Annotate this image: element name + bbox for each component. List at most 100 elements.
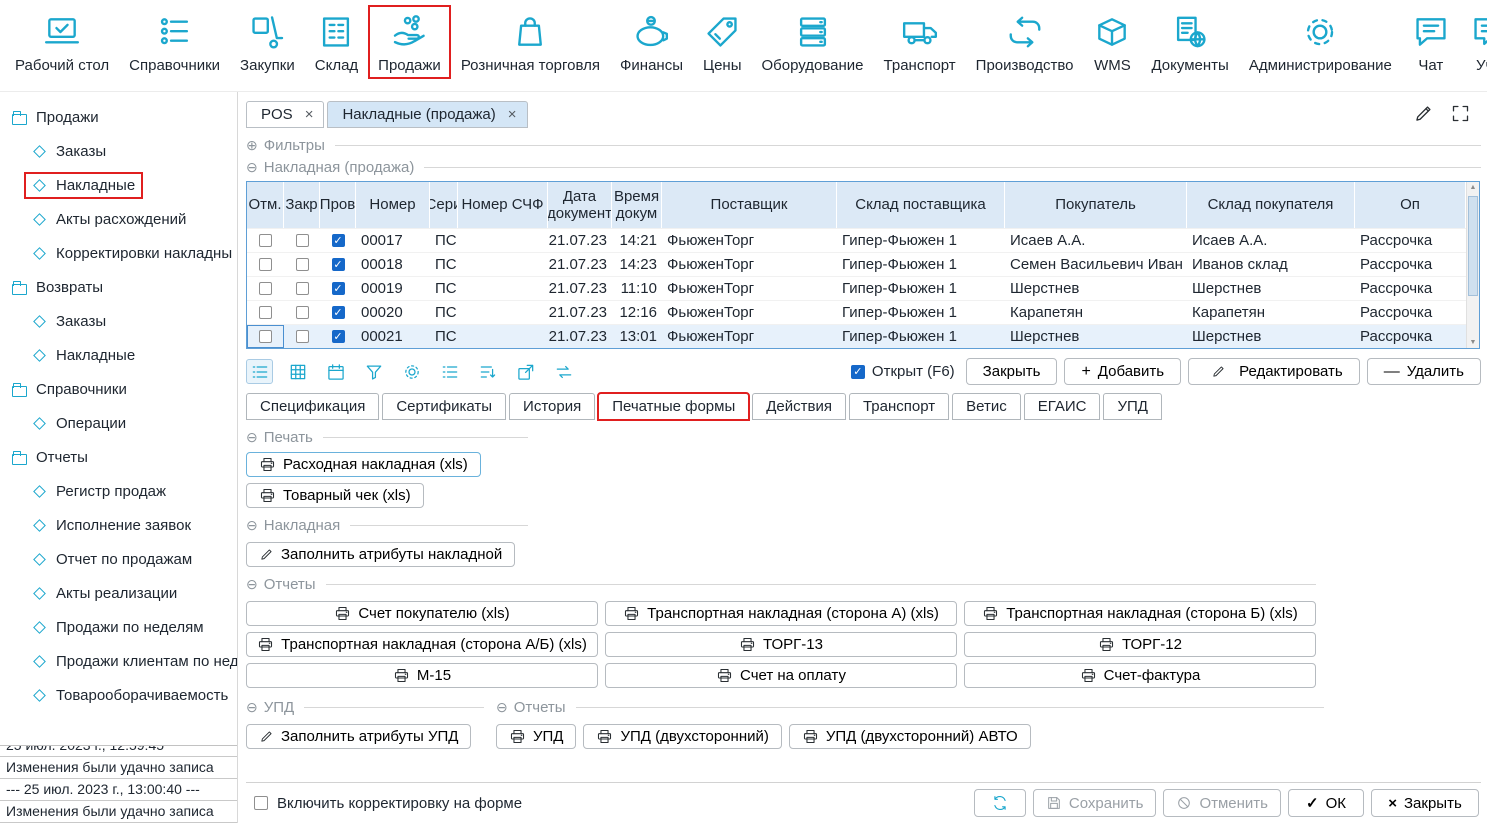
filter-icon[interactable] xyxy=(360,359,387,384)
topbar-item-finance[interactable]: Финансы xyxy=(611,6,692,78)
sidebar-tree-item[interactable]: Отчеты xyxy=(0,440,237,474)
print-form-button[interactable]: Расходная накладная (xls) xyxy=(246,452,481,477)
expand-plus-icon[interactable]: ⊕ xyxy=(246,138,258,152)
topbar-item-study[interactable]: Уче xyxy=(1461,6,1487,78)
closed-checkbox[interactable] xyxy=(296,234,309,247)
mark-checkbox[interactable] xyxy=(259,258,272,271)
topbar-item-equipment[interactable]: Оборудование xyxy=(753,6,873,78)
report-button[interactable]: Счет-фактура xyxy=(964,663,1316,688)
open-window-icon[interactable] xyxy=(512,359,539,384)
save-button[interactable]: Сохранить xyxy=(1033,789,1157,817)
table-row[interactable]: ✓ 00020 ПС 21.07.23 12:16 ФьюженТорг Гип… xyxy=(247,300,1479,324)
sidebar-tree-item[interactable]: Накладные xyxy=(0,338,237,372)
numbered-list-icon[interactable] xyxy=(436,359,463,384)
print-form-button[interactable]: Товарный чек (xls) xyxy=(246,483,424,508)
sidebar-tree-item[interactable]: Продажи клиентам по нед xyxy=(0,644,237,678)
upd-report-button[interactable]: УПД xyxy=(496,724,576,749)
detail-tab[interactable]: Ветис xyxy=(952,393,1021,420)
gear-icon[interactable] xyxy=(398,359,425,384)
edit-button[interactable]: Редактировать xyxy=(1188,358,1360,385)
vertical-scrollbar[interactable]: ▲ ▼ xyxy=(1466,182,1479,348)
column-header[interactable]: Оп xyxy=(1355,182,1466,228)
swap-icon[interactable] xyxy=(550,359,577,384)
sidebar-tree-item[interactable]: Регистр продаж xyxy=(0,474,237,508)
report-button[interactable]: Транспортная накладная (сторона Б) (xls) xyxy=(964,601,1316,626)
sidebar-tree-item[interactable]: Возвраты xyxy=(0,270,237,304)
view-grid-icon[interactable] xyxy=(284,359,311,384)
report-button[interactable]: Счет покупателю (xls) xyxy=(246,601,598,626)
topbar-item-retail[interactable]: Розничная торговля xyxy=(452,6,609,78)
report-button[interactable]: ТОРГ-13 xyxy=(605,632,957,657)
column-header[interactable]: Пров xyxy=(320,182,356,228)
cancel-button[interactable]: Отменить xyxy=(1163,789,1281,817)
topbar-item-prices[interactable]: Цены xyxy=(694,6,751,78)
detail-tab[interactable]: Сертификаты xyxy=(382,393,506,420)
topbar-item-wms[interactable]: WMS xyxy=(1084,6,1140,78)
sidebar-tree-item[interactable]: Акты расхождений xyxy=(0,202,237,236)
column-header[interactable]: Поставщик xyxy=(662,182,837,228)
report-button[interactable]: Транспортная накладная (сторона А/Б) (xl… xyxy=(246,632,598,657)
column-header[interactable]: Время докум xyxy=(612,182,662,228)
topbar-item-sales[interactable]: Продажи xyxy=(369,6,450,78)
close-icon[interactable]: × xyxy=(508,106,517,123)
column-header[interactable]: Склад покупателя xyxy=(1187,182,1355,228)
collapse-minus-icon[interactable]: ⊖ xyxy=(246,700,258,714)
closed-checkbox[interactable] xyxy=(296,306,309,319)
topbar-item-administration[interactable]: Администрирование xyxy=(1240,6,1401,78)
sidebar-tree-item[interactable]: Акты реализации xyxy=(0,576,237,610)
sidebar-tree-item[interactable]: Корректировки накладны xyxy=(0,236,237,270)
topbar-item-purchases[interactable]: Закупки xyxy=(231,6,304,78)
verified-checkbox[interactable]: ✓ xyxy=(332,306,345,319)
add-button[interactable]: + Добавить xyxy=(1064,358,1181,385)
sidebar-tree-item[interactable]: Операции xyxy=(0,406,237,440)
sidebar-tree-item[interactable]: Отчет по продажам xyxy=(0,542,237,576)
column-header[interactable]: Покупатель xyxy=(1005,182,1187,228)
scroll-up-icon[interactable]: ▲ xyxy=(1470,184,1477,191)
scrollbar-thumb[interactable] xyxy=(1468,196,1478,296)
edit-pencil-icon[interactable] xyxy=(1413,103,1434,124)
sidebar-tree-item[interactable]: Продажи по неделям xyxy=(0,610,237,644)
topbar-item-warehouse[interactable]: Склад xyxy=(306,6,367,78)
sort-icon[interactable] xyxy=(474,359,501,384)
column-header[interactable]: Отм. xyxy=(247,182,284,228)
document-tab[interactable]: Накладные (продажа) × xyxy=(327,101,527,128)
open-checkbox[interactable]: ✓ Открыт (F6) xyxy=(851,363,955,380)
column-header[interactable]: Закр xyxy=(284,182,320,228)
collapse-minus-icon[interactable]: ⊖ xyxy=(496,700,508,714)
table-row[interactable]: ✓ 00019 ПС 21.07.23 11:10 ФьюженТорг Гип… xyxy=(247,276,1479,300)
report-button[interactable]: ТОРГ-12 xyxy=(964,632,1316,657)
close-record-button[interactable]: Закрыть xyxy=(966,358,1058,385)
upd-report-button[interactable]: УПД (двухсторонний) xyxy=(583,724,781,749)
verified-checkbox[interactable]: ✓ xyxy=(332,330,345,343)
mark-checkbox[interactable] xyxy=(259,306,272,319)
topbar-item-transport[interactable]: Транспорт xyxy=(875,6,965,78)
maximize-icon[interactable] xyxy=(1450,103,1471,124)
verified-checkbox[interactable]: ✓ xyxy=(332,234,345,247)
checkbox[interactable] xyxy=(254,796,268,810)
verified-checkbox[interactable]: ✓ xyxy=(332,282,345,295)
collapse-minus-icon[interactable]: ⊖ xyxy=(246,430,258,444)
delete-button[interactable]: — Удалить xyxy=(1367,358,1481,385)
fill-invoice-attributes-button[interactable]: Заполнить атрибуты накладной xyxy=(246,542,515,567)
checkbox[interactable]: ✓ xyxy=(851,365,865,379)
calendar-icon[interactable] xyxy=(322,359,349,384)
sidebar-tree-item[interactable]: Накладные xyxy=(0,168,237,202)
sidebar-tree-item[interactable]: Заказы xyxy=(0,134,237,168)
close-form-button[interactable]: × Закрыть xyxy=(1371,789,1479,817)
mark-checkbox[interactable] xyxy=(259,234,272,247)
column-header[interactable]: Сери xyxy=(430,182,458,228)
sidebar-tree-item[interactable]: Исполнение заявок xyxy=(0,508,237,542)
upd-report-button[interactable]: УПД (двухсторонний) АВТО xyxy=(789,724,1031,749)
verified-checkbox[interactable]: ✓ xyxy=(332,258,345,271)
refresh-button[interactable] xyxy=(974,789,1026,817)
report-button[interactable]: Транспортная накладная (сторона А) (xls) xyxy=(605,601,957,626)
column-header[interactable]: Номер xyxy=(356,182,430,228)
detail-tab[interactable]: Транспорт xyxy=(849,393,949,420)
report-button[interactable]: М-15 xyxy=(246,663,598,688)
table-row[interactable]: ✓ 00021 ПС 21.07.23 13:01 ФьюженТорг Гип… xyxy=(247,324,1479,348)
collapse-minus-icon[interactable]: ⊖ xyxy=(246,518,258,532)
closed-checkbox[interactable] xyxy=(296,282,309,295)
detail-tab[interactable]: УПД xyxy=(1103,393,1161,420)
topbar-item-documents[interactable]: Документы xyxy=(1142,6,1237,78)
column-header[interactable]: Склад поставщика xyxy=(837,182,1005,228)
